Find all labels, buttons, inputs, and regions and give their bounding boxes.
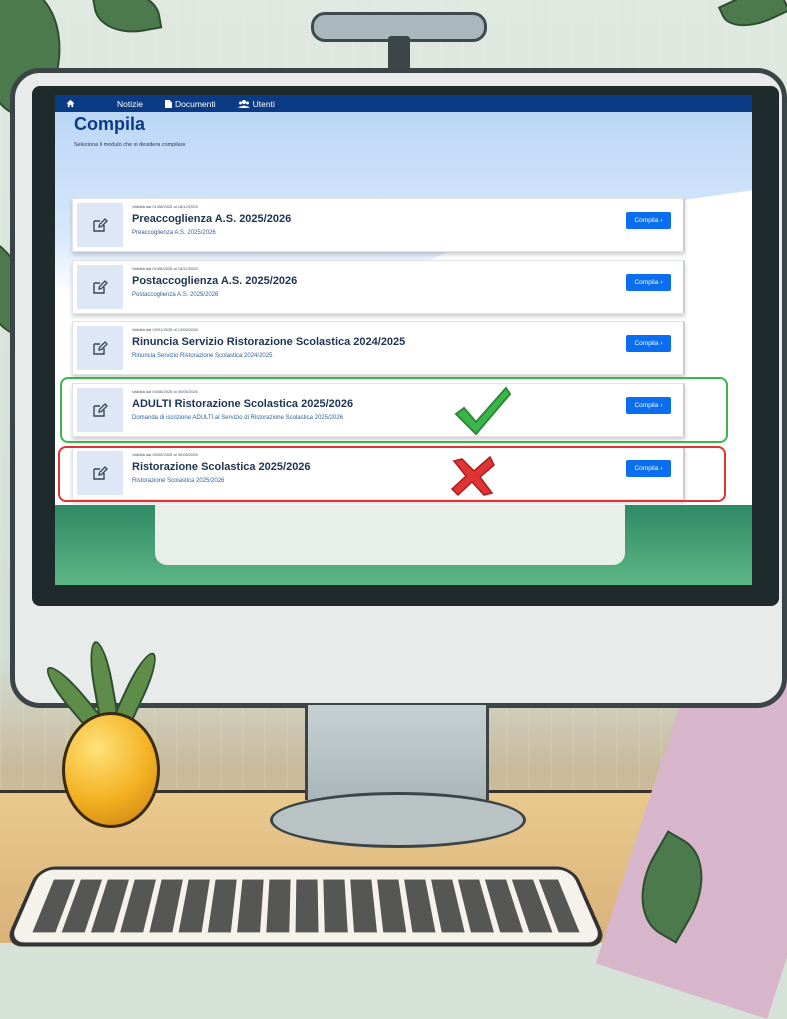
edit-icon	[93, 341, 108, 355]
top-navbar: Notizie Documenti Utenti	[55, 95, 752, 112]
checkmark-icon	[454, 386, 512, 436]
page-subtitle: Seleziona il modulo che si desidera comp…	[74, 142, 186, 148]
nav-item-label: Documenti	[174, 98, 216, 109]
button-label: Compila	[634, 340, 659, 347]
chevron-right-icon: ›	[660, 340, 663, 347]
nav-item-documenti[interactable]: Documenti	[164, 98, 216, 109]
form-card: Validità dal 03/01/2025 al 13/06/2026 Ri…	[72, 321, 685, 375]
compila-button[interactable]: Compila ›	[626, 335, 671, 352]
nav-item-notizie[interactable]: Notizie	[117, 99, 143, 109]
cross-icon	[450, 455, 495, 497]
card-title: Preaccoglienza A.S. 2025/2026	[132, 213, 292, 225]
users-icon	[237, 99, 250, 108]
card-icon-box	[77, 326, 123, 370]
home-icon	[65, 99, 75, 108]
document-icon	[164, 99, 172, 108]
card-icon-box	[77, 265, 123, 309]
card-description: Postaccoglienza A.S. 2025/2026	[132, 292, 219, 298]
monitor-stand	[305, 705, 489, 800]
card-icon-box	[77, 203, 123, 247]
edit-icon	[93, 218, 108, 232]
compila-button[interactable]: Compila ›	[626, 212, 671, 229]
chevron-right-icon: ›	[660, 217, 663, 224]
form-card: Validità dal 01/08/2025 al 18/12/2025 Po…	[72, 260, 685, 314]
button-label: Compila	[634, 279, 659, 286]
bottom-illustration-panel	[155, 505, 625, 565]
compila-button[interactable]: Compila ›	[626, 274, 671, 291]
nav-item-label: Notizie	[117, 98, 143, 109]
card-description: Preaccoglienza A.S. 2025/2026	[132, 230, 216, 236]
card-validity: Validità dal 03/01/2025 al 13/06/2026	[132, 327, 198, 332]
keyboard-keys	[32, 879, 580, 933]
browser-screen: Notizie Documenti Utenti Compila Selezio…	[55, 95, 752, 585]
webcam-mount	[388, 36, 410, 70]
monitor-base	[270, 792, 526, 848]
card-validity: Validità dal 01/08/2025 al 18/12/2025	[132, 204, 198, 209]
nav-home[interactable]	[55, 99, 85, 108]
card-validity: Validità dal 01/08/2025 al 18/12/2025	[132, 266, 198, 271]
card-title: Postaccoglienza A.S. 2025/2026	[132, 275, 298, 287]
nav-item-label: Utenti	[252, 98, 275, 109]
card-title: Rinuncia Servizio Ristorazione Scolastic…	[132, 336, 406, 348]
highlight-wrong-box	[58, 446, 726, 502]
nav-item-utenti[interactable]: Utenti	[237, 98, 275, 109]
edit-icon	[93, 280, 108, 294]
button-label: Compila	[634, 217, 659, 224]
highlight-correct-box	[60, 377, 728, 443]
pineapple	[62, 712, 160, 828]
chevron-right-icon: ›	[660, 279, 663, 286]
form-card: Validità dal 01/08/2025 al 18/12/2025 Pr…	[72, 198, 685, 252]
card-description: Rinuncia Servizio Ristorazione Scolastic…	[132, 353, 273, 359]
page-title: Compila	[74, 114, 146, 134]
keyboard	[3, 866, 609, 947]
